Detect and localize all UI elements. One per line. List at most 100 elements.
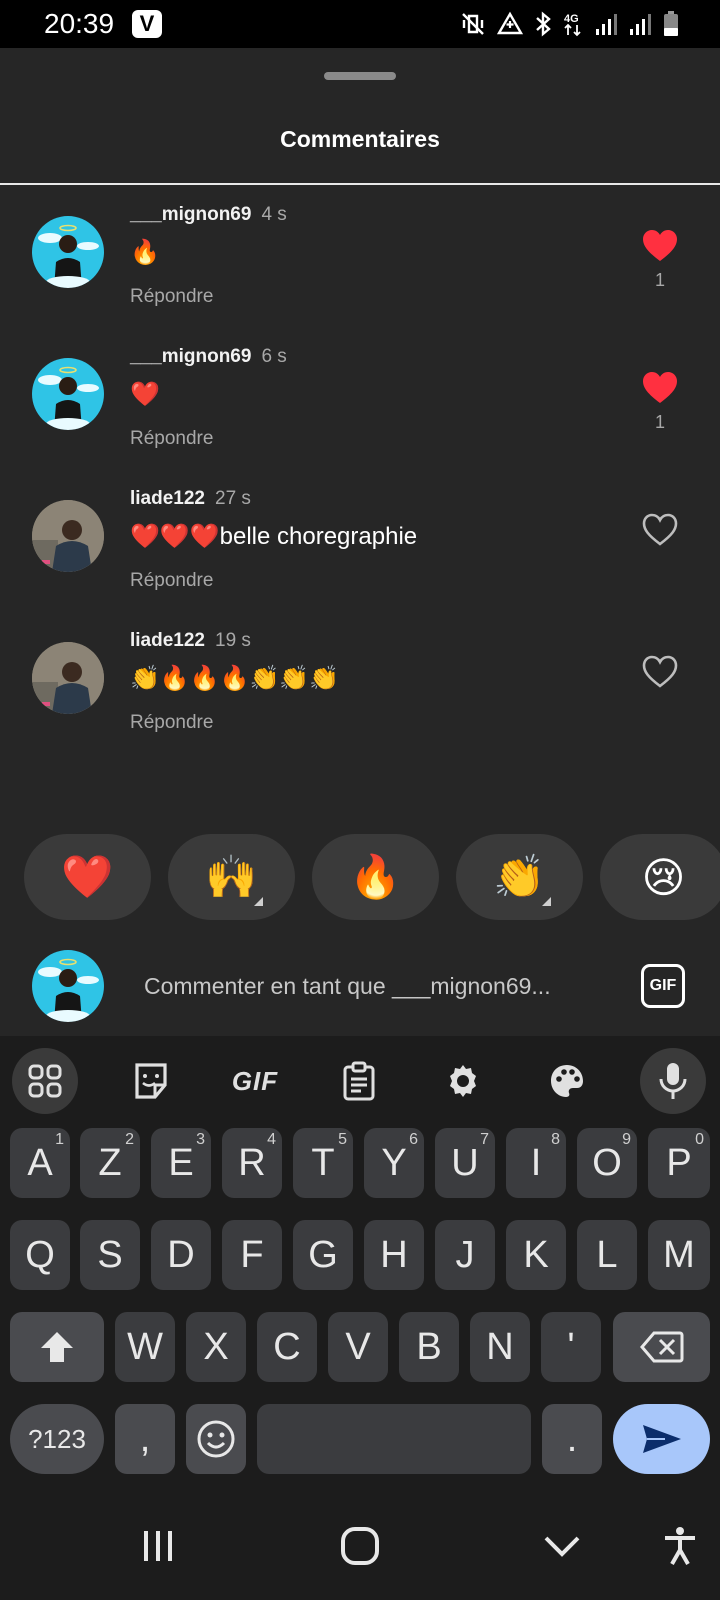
key-p[interactable]: P0 [648, 1128, 710, 1198]
keyboard-toolbar: GIF [0, 1036, 720, 1120]
backspace-icon [639, 1331, 683, 1363]
comment-text: ❤️ [130, 381, 160, 408]
key-n[interactable]: N [470, 1312, 530, 1382]
symbols-key[interactable]: ?123 [10, 1404, 104, 1474]
bluetooth-icon [536, 11, 551, 37]
heart-filled-icon[interactable] [640, 226, 680, 266]
key-c[interactable]: C [257, 1312, 317, 1382]
reaction-raised-hands[interactable]: 🙌 [168, 834, 295, 920]
theme-palette-icon[interactable] [534, 1048, 600, 1114]
clipboard-icon[interactable] [326, 1048, 392, 1114]
comment-input[interactable] [128, 950, 608, 1022]
key-t[interactable]: T5 [293, 1128, 353, 1198]
like-count: 1 [654, 412, 665, 432]
comment-text: ❤️❤️❤️belle choregraphie [130, 523, 418, 550]
reply-button[interactable]: Répondre [130, 570, 213, 592]
key-label: Z [98, 1141, 122, 1184]
reaction-clap[interactable]: 👏 [456, 834, 583, 920]
quick-reactions: ❤️ 🙌 🔥 👏 😢 [24, 834, 720, 920]
space-key[interactable] [257, 1404, 531, 1474]
drag-handle[interactable] [324, 72, 396, 80]
hide-keyboard-chevron-icon[interactable] [534, 1518, 590, 1574]
key-label: R [238, 1141, 266, 1184]
heart-outline-icon[interactable] [640, 510, 680, 550]
period-key[interactable]: . [542, 1404, 602, 1474]
key-j[interactable]: J [435, 1220, 495, 1290]
recents-icon[interactable] [130, 1518, 186, 1574]
shift-key[interactable] [10, 1312, 104, 1382]
comment-username[interactable]: liade122 27 s [130, 488, 251, 510]
comment-item: liade122 27 s ❤️❤️❤️belle choregraphie Ré… [0, 488, 720, 628]
reaction-crying[interactable]: 😢 [600, 834, 720, 920]
keyboard-gif-label: GIF [231, 1065, 279, 1096]
comment-username-text[interactable]: liade122 [130, 488, 205, 509]
avatar-image [38, 224, 99, 288]
reply-button[interactable]: Répondre [130, 712, 213, 734]
navigation-bar [0, 1492, 720, 1600]
avatar[interactable] [32, 216, 104, 288]
key-v[interactable]: V [328, 1312, 388, 1382]
key-b[interactable]: B [399, 1312, 459, 1382]
status-bar: 20:39 V 4G [0, 0, 720, 48]
key-label: U [451, 1141, 479, 1184]
key-hint: 9 [622, 1131, 631, 1148]
avatar-image [32, 500, 104, 572]
reply-button[interactable]: Répondre [130, 286, 213, 308]
keyboard-gif-icon[interactable]: GIF [222, 1048, 288, 1114]
key-d[interactable]: D [151, 1220, 211, 1290]
backspace-key[interactable] [613, 1312, 710, 1382]
comma-key[interactable]: , [115, 1404, 175, 1474]
comment-username[interactable]: ___mignon69 6 s [130, 346, 287, 368]
reply-button[interactable]: Répondre [130, 428, 213, 450]
key-e[interactable]: E3 [151, 1128, 211, 1198]
comment-username-text[interactable]: liade122 [130, 630, 205, 651]
reaction-fire[interactable]: 🔥 [312, 834, 439, 920]
key-label: P [666, 1141, 692, 1184]
comment-text: 👏🔥🔥🔥👏👏👏 [130, 665, 340, 692]
key-i[interactable]: I8 [506, 1128, 566, 1198]
key-k[interactable]: K [506, 1220, 566, 1290]
key-a[interactable]: A1 [10, 1128, 70, 1198]
home-icon[interactable] [332, 1518, 388, 1574]
comment-item: ___mignon69 6 s ❤️ Répondre 1 [0, 346, 720, 486]
sticker-icon[interactable] [118, 1048, 184, 1114]
key-x[interactable]: X [186, 1312, 246, 1382]
key-q[interactable]: Q [10, 1220, 70, 1290]
key-r[interactable]: R4 [222, 1128, 282, 1198]
status-time: 20:39 [44, 8, 115, 39]
comment-username-text[interactable]: ___mignon69 [130, 204, 251, 225]
key-g[interactable]: G [293, 1220, 353, 1290]
key-w[interactable]: W [115, 1312, 175, 1382]
avatar[interactable] [32, 500, 104, 572]
key-u[interactable]: U7 [435, 1128, 495, 1198]
microphone-icon[interactable] [640, 1048, 706, 1114]
signal-icon-2 [630, 14, 651, 35]
key-label: E [168, 1141, 194, 1184]
key-m[interactable]: M [648, 1220, 710, 1290]
comment-username-text[interactable]: ___mignon69 [130, 346, 251, 367]
comment-username[interactable]: ___mignon69 4 s [130, 204, 287, 226]
heart-filled-icon[interactable] [640, 368, 680, 408]
key-f[interactable]: F [222, 1220, 282, 1290]
key-s[interactable]: S [80, 1220, 140, 1290]
comment-username[interactable]: liade122 19 s [130, 630, 251, 652]
comment-time: 4 s [261, 204, 287, 225]
apps-grid-icon[interactable] [12, 1048, 78, 1114]
reaction-heart[interactable]: ❤️ [24, 834, 151, 920]
emoji-key[interactable] [186, 1404, 246, 1474]
key-apostrophe[interactable]: ' [541, 1312, 601, 1382]
settings-gear-icon[interactable] [430, 1048, 496, 1114]
sheet-title: Commentaires [280, 126, 440, 152]
accessibility-icon[interactable] [652, 1518, 708, 1574]
comment-text: 🔥 [130, 239, 160, 266]
heart-outline-icon[interactable] [640, 652, 680, 692]
key-o[interactable]: O9 [577, 1128, 637, 1198]
avatar[interactable] [32, 358, 104, 430]
key-l[interactable]: L [577, 1220, 637, 1290]
key-y[interactable]: Y6 [364, 1128, 424, 1198]
key-z[interactable]: Z2 [80, 1128, 140, 1198]
gif-button[interactable]: GIF [641, 964, 685, 1008]
send-key[interactable] [613, 1404, 710, 1474]
avatar[interactable] [32, 642, 104, 714]
key-h[interactable]: H [364, 1220, 424, 1290]
